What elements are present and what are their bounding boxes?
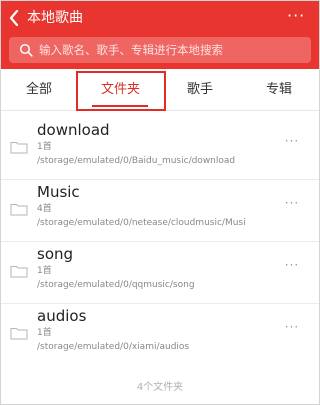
song-count: 1首 [37, 328, 52, 338]
folder-row-download[interactable]: download 1首 /storage/emulated/0/Baidu_mu… [1, 118, 319, 180]
folder-icon [10, 204, 28, 216]
search-bar[interactable] [9, 37, 311, 63]
tab-album[interactable]: 专辑 [266, 81, 292, 99]
folder-name: Music [37, 183, 80, 201]
song-count: 4首 [37, 204, 52, 214]
folder-name: song [37, 245, 74, 263]
folder-path: /storage/emulated/0/xiami/audios [37, 342, 190, 352]
more-options-button[interactable]: ··· [287, 6, 305, 26]
back-button[interactable] [5, 7, 23, 29]
tab-artist[interactable]: 歌手 [187, 81, 213, 99]
search-input[interactable] [39, 37, 303, 63]
row-more-button[interactable]: ··· [283, 258, 301, 272]
tab-all[interactable]: 全部 [26, 81, 52, 99]
page-title: 本地歌曲 [27, 10, 83, 26]
song-count: 1首 [37, 142, 52, 152]
app-header: 本地歌曲 ··· [1, 1, 319, 69]
folder-icon [10, 328, 28, 340]
row-more-button[interactable]: ··· [283, 134, 301, 148]
folder-name: audios [37, 307, 87, 325]
folder-name: download [37, 121, 110, 139]
search-icon [19, 43, 33, 57]
folder-icon [10, 142, 28, 154]
folder-count-footer: 4个文件夹 [136, 382, 184, 393]
folder-path: /storage/emulated/0/Baidu_music/download [37, 156, 236, 166]
song-count: 1首 [37, 266, 52, 276]
folder-icon [10, 266, 28, 278]
folder-row-audios[interactable]: audios 1首 /storage/emulated/0/xiami/audi… [1, 304, 319, 366]
folder-row-music[interactable]: Music 4首 /storage/emulated/0/netease/clo… [1, 180, 319, 242]
tab-highlight-box [76, 71, 166, 111]
back-arrow-icon [9, 10, 19, 26]
folder-path: /storage/emulated/0/netease/cloudmusic/M… [37, 218, 246, 228]
row-more-button[interactable]: ··· [283, 320, 301, 334]
row-more-button[interactable]: ··· [283, 196, 301, 210]
folder-path: /storage/emulated/0/qqmusic/song [37, 280, 195, 290]
folder-row-song[interactable]: song 1首 /storage/emulated/0/qqmusic/song… [1, 242, 319, 304]
